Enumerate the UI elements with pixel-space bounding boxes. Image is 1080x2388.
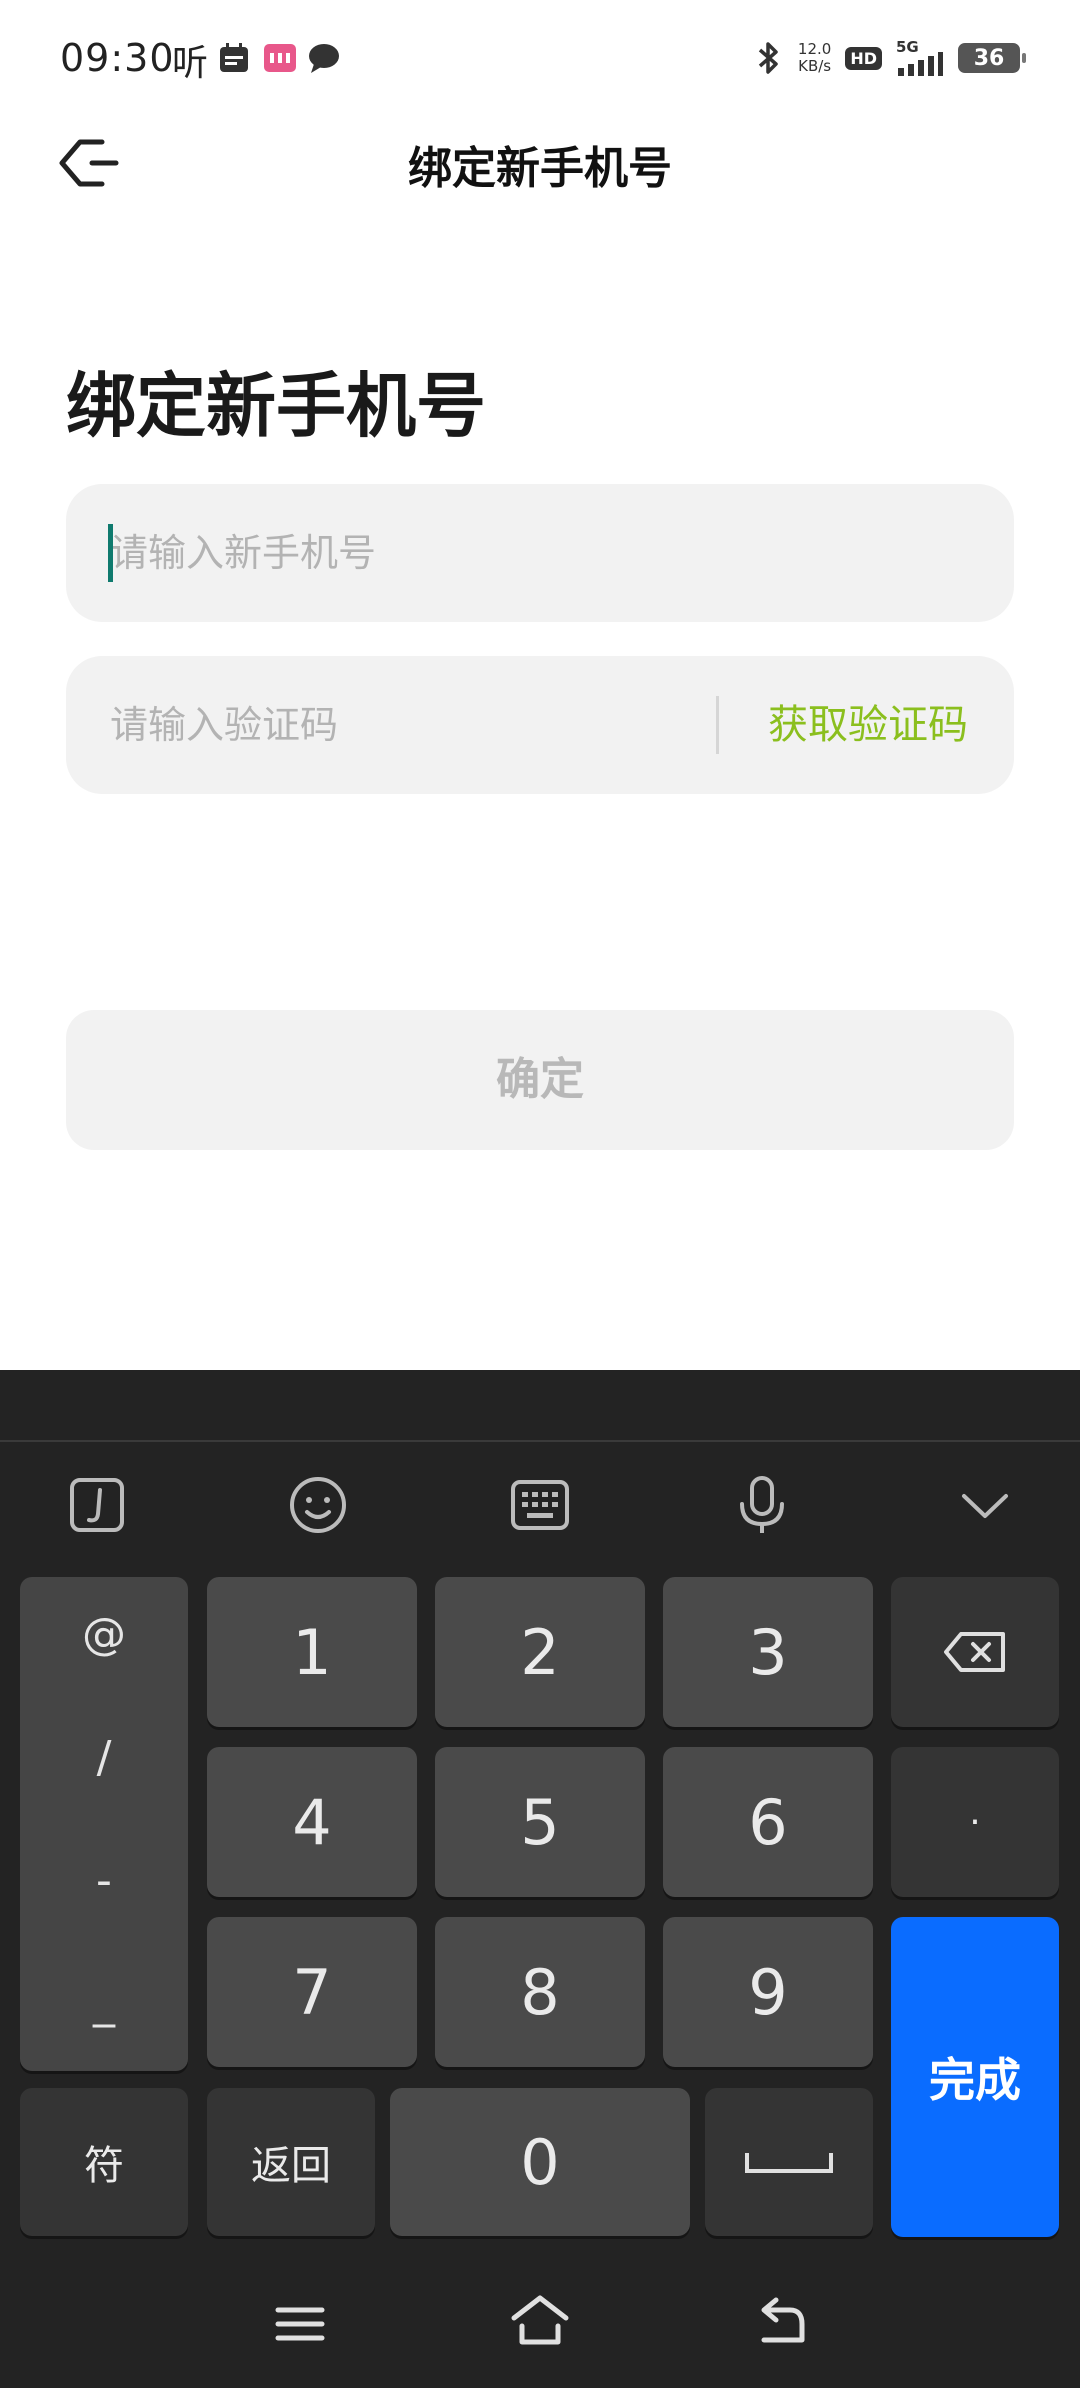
chevron-down-icon[interactable] [950,1470,1020,1540]
emoji-icon[interactable] [283,1470,353,1540]
done-button[interactable]: 完成 [891,1917,1059,2237]
symbol-key-at[interactable]: @ [20,1609,188,1660]
key-9[interactable]: 9 [663,1917,873,2067]
dot-key[interactable]: · [891,1747,1059,1897]
numeric-keyboard: @ / - _ 1 2 3 4 5 6 · 7 8 9 完成 符 返回 0 [0,1370,1080,2388]
symbol-key-dash[interactable]: - [20,1855,188,1906]
return-key[interactable]: 返回 [207,2088,375,2236]
home-icon[interactable] [510,2290,570,2350]
keyboard-divider [0,1440,1080,1442]
keyboard-icon[interactable] [505,1470,575,1540]
phone-field[interactable] [66,484,1014,622]
header-title: 绑定新手机号 [408,143,672,194]
key-0[interactable]: 0 [390,2088,690,2236]
backspace-button[interactable] [891,1577,1059,1727]
key-8[interactable]: 8 [435,1917,645,2067]
signal-5g: 5G [896,38,944,76]
symbol-column[interactable]: @ / - _ [20,1577,188,2071]
handwriting-icon[interactable] [62,1470,132,1540]
calendar-icon [220,43,248,72]
bluetooth-icon [758,42,778,74]
microphone-icon[interactable] [727,1470,797,1540]
status-right-group: 12.0 KB/s HD 5G 36 [754,36,1026,80]
key-7[interactable]: 7 [207,1917,417,2067]
header: 绑定新手机号 [0,110,1080,210]
battery-level: 36 [973,45,1005,71]
key-5[interactable]: 5 [435,1747,645,1897]
menu-icon[interactable] [270,2294,330,2354]
symbol-key-slash[interactable]: / [20,1732,188,1783]
get-code-button[interactable]: 获取验证码 [768,656,968,794]
net-speed-unit: KB/s [798,57,832,75]
key-2[interactable]: 2 [435,1577,645,1727]
hd-badge: HD [845,46,882,70]
network-speed: 12.0 KB/s [798,41,831,75]
status-time: 09:30 [60,36,175,80]
bilibili-app-icon [264,44,296,72]
key-1[interactable]: 1 [207,1577,417,1727]
key-4[interactable]: 4 [207,1747,417,1897]
backspace-icon [944,1632,1005,1672]
symbol-key-underscore[interactable]: _ [20,1977,188,2028]
message-icon [309,44,339,73]
space-key[interactable] [705,2088,873,2236]
confirm-button[interactable]: 确定 [66,1010,1014,1150]
battery-indicator: 36 [958,43,1026,73]
text-caret [108,524,113,582]
net-speed-value: 12.0 [797,40,832,58]
signal-icon [898,52,943,76]
field-divider [716,696,719,754]
symbols-toggle-key[interactable]: 符 [20,2088,188,2236]
phone-input[interactable] [110,484,970,622]
back-nav-icon[interactable] [750,2294,810,2354]
key-6[interactable]: 6 [663,1747,873,1897]
space-icon [745,2153,833,2173]
page-heading: 绑定新手机号 [66,365,486,447]
status-bar: 09:30 听 12.0 KB/s HD 5G 36 [0,0,1080,120]
key-3[interactable]: 3 [663,1577,873,1727]
code-field[interactable]: 获取验证码 [66,656,1014,794]
ting-label: 听 [172,43,209,84]
code-input[interactable] [110,656,710,794]
